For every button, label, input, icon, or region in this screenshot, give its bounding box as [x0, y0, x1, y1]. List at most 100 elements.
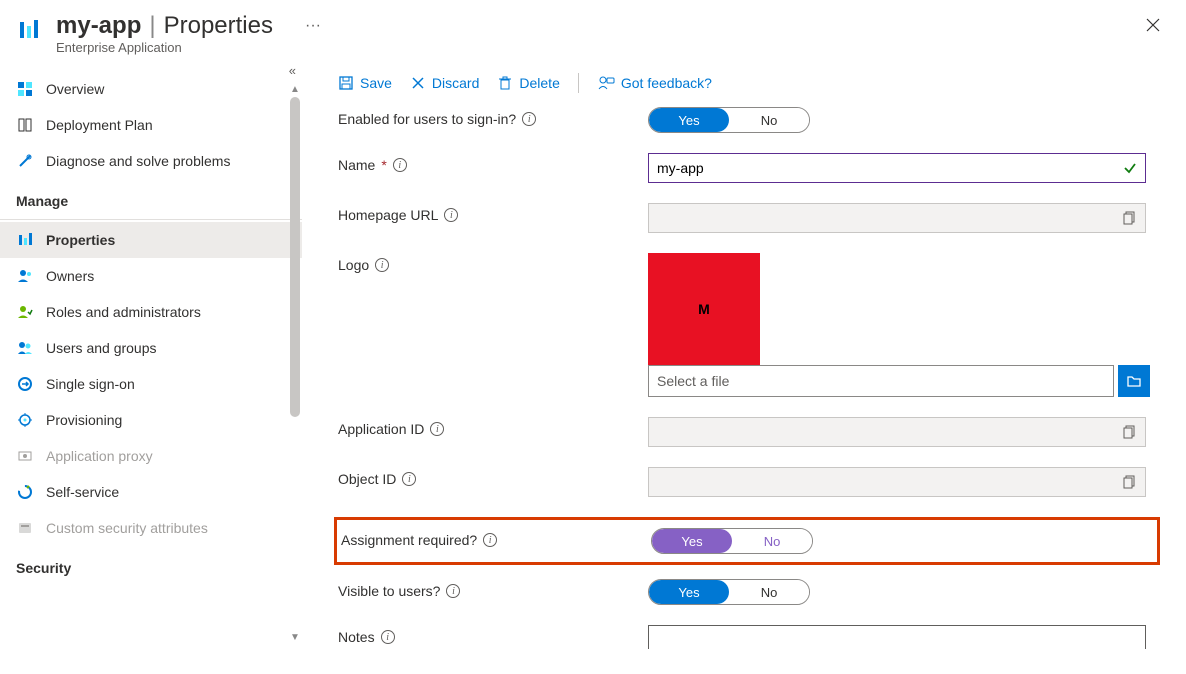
row-enabled-signin: Enabled for users to sign-in? i Yes No: [338, 107, 1160, 133]
sidebar-group-manage: Manage: [0, 179, 302, 220]
info-icon[interactable]: i: [522, 112, 536, 126]
sidebar-item-owners[interactable]: Owners: [0, 258, 302, 294]
name-input-wrap: [648, 153, 1146, 183]
wrench-icon: [16, 152, 34, 170]
row-name: Name * i: [338, 153, 1160, 183]
toggle-assignment-required[interactable]: Yes No: [651, 528, 813, 554]
header-title-wrap: my-app | Properties ··· Enterprise Appli…: [56, 12, 1140, 55]
close-button[interactable]: [1140, 12, 1166, 38]
label-visible: Visible to users?: [338, 583, 440, 599]
info-icon[interactable]: i: [444, 208, 458, 222]
row-notes: Notes i: [338, 625, 1160, 649]
row-object-id: Object ID i: [338, 467, 1160, 497]
label-object-id: Object ID: [338, 471, 396, 487]
sidebar-group-security: Security: [0, 546, 302, 584]
sidebar-item-label: Diagnose and solve problems: [46, 153, 230, 169]
sso-icon: [16, 375, 34, 393]
row-application-id: Application ID i: [338, 417, 1160, 447]
sidebar-item-sso[interactable]: Single sign-on: [0, 366, 302, 402]
info-icon[interactable]: i: [402, 472, 416, 486]
copy-icon[interactable]: [1123, 425, 1137, 439]
toggle-no[interactable]: No: [729, 108, 809, 132]
toggle-yes[interactable]: Yes: [649, 108, 729, 132]
sidebar-item-deployment-plan[interactable]: Deployment Plan: [0, 107, 302, 143]
toggle-visible[interactable]: Yes No: [648, 579, 810, 605]
row-visible: Visible to users? i Yes No: [338, 579, 1160, 605]
label-application-id: Application ID: [338, 421, 424, 437]
app-icon: [16, 16, 44, 44]
sidebar-item-label: Self-service: [46, 484, 119, 500]
overview-icon: [16, 80, 34, 98]
sidebar-item-label: Owners: [46, 268, 94, 284]
discard-button[interactable]: Discard: [410, 75, 479, 91]
delete-button[interactable]: Delete: [497, 75, 559, 91]
info-icon[interactable]: i: [430, 422, 444, 436]
sidebar-item-label: Single sign-on: [46, 376, 135, 392]
save-button[interactable]: Save: [338, 75, 392, 91]
toggle-yes[interactable]: Yes: [652, 529, 732, 553]
feedback-button[interactable]: Got feedback?: [597, 75, 712, 91]
info-icon[interactable]: i: [393, 158, 407, 172]
toggle-no[interactable]: No: [729, 580, 809, 604]
sidebar-item-roles[interactable]: Roles and administrators: [0, 294, 302, 330]
header-title-divider: |: [149, 12, 155, 40]
copy-icon[interactable]: [1123, 475, 1137, 489]
row-assignment-required: Assignment required? i Yes No: [334, 517, 1160, 565]
feedback-icon: [597, 75, 615, 91]
label-assignment-required: Assignment required?: [341, 532, 477, 548]
sidebar-item-overview[interactable]: Overview: [0, 71, 302, 107]
proxy-icon: [16, 447, 34, 465]
content-area: Save Discard Delete Got feedback? Enable…: [302, 63, 1186, 674]
sidebar-item-label: Overview: [46, 81, 104, 97]
toggle-enabled-signin[interactable]: Yes No: [648, 107, 810, 133]
toggle-yes[interactable]: Yes: [649, 580, 729, 604]
sidebar-item-provisioning[interactable]: Provisioning: [0, 402, 302, 438]
application-id-field: [648, 417, 1146, 447]
sidebar-item-label: Provisioning: [46, 412, 122, 428]
checkmark-icon: [1123, 161, 1137, 175]
save-label: Save: [360, 75, 392, 91]
copy-icon[interactable]: [1123, 211, 1137, 225]
sidebar-item-custom-security: Custom security attributes: [0, 510, 302, 546]
row-logo: Logo i M Select a file: [338, 253, 1160, 397]
info-icon[interactable]: i: [446, 584, 460, 598]
collapse-sidebar-button[interactable]: «: [289, 63, 296, 78]
sidebar-scrollbar[interactable]: ▲ ▼: [289, 83, 301, 643]
security-attr-icon: [16, 519, 34, 537]
scroll-thumb[interactable]: [290, 97, 300, 417]
discard-icon: [410, 75, 426, 91]
required-indicator: *: [381, 157, 386, 173]
sidebar-item-diagnose[interactable]: Diagnose and solve problems: [0, 143, 302, 179]
info-icon[interactable]: i: [483, 533, 497, 547]
info-icon[interactable]: i: [381, 630, 395, 644]
scroll-down-icon[interactable]: ▼: [289, 631, 301, 643]
notes-textarea[interactable]: [648, 625, 1146, 649]
browse-file-button[interactable]: [1118, 365, 1150, 397]
name-input[interactable]: [657, 160, 1123, 176]
toggle-no[interactable]: No: [732, 529, 812, 553]
owners-icon: [16, 267, 34, 285]
header-subtitle: Enterprise Application: [56, 40, 1140, 55]
object-id-field: [648, 467, 1146, 497]
sidebar-item-properties[interactable]: Properties: [0, 222, 302, 258]
sidebar-item-self-service[interactable]: Self-service: [0, 474, 302, 510]
sidebar-item-label: Users and groups: [46, 340, 157, 356]
more-actions-button[interactable]: ···: [305, 17, 321, 35]
logo-preview: M: [648, 253, 760, 365]
sidebar-item-app-proxy: Application proxy: [0, 438, 302, 474]
label-enabled-signin: Enabled for users to sign-in?: [338, 111, 516, 127]
label-notes: Notes: [338, 629, 375, 645]
logo-file-input[interactable]: Select a file: [648, 365, 1114, 397]
sidebar: « Overview Deployment Plan Diagnose and …: [0, 63, 302, 674]
info-icon[interactable]: i: [375, 258, 389, 272]
label-logo: Logo: [338, 257, 369, 273]
scroll-up-icon[interactable]: ▲: [289, 83, 301, 95]
sidebar-item-users-groups[interactable]: Users and groups: [0, 330, 302, 366]
sidebar-item-label: Custom security attributes: [46, 520, 208, 536]
properties-icon: [16, 231, 34, 249]
label-name: Name: [338, 157, 375, 173]
command-bar: Save Discard Delete Got feedback?: [338, 67, 1160, 107]
delete-icon: [497, 75, 513, 91]
row-homepage: Homepage URL i: [338, 203, 1160, 233]
book-icon: [16, 116, 34, 134]
